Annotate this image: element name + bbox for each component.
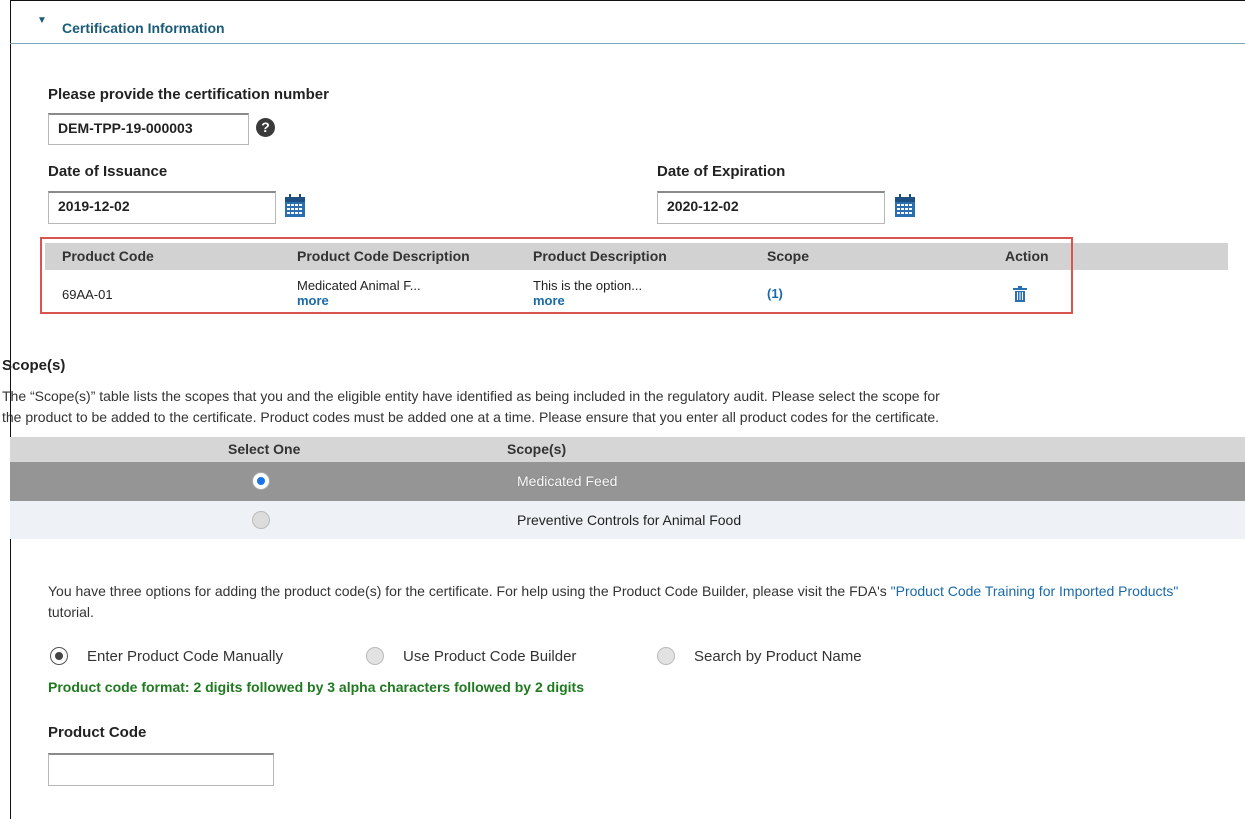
calendar-icon[interactable] (284, 194, 306, 218)
expiration-date-label: Date of Expiration (657, 163, 786, 180)
scopes-description-line-1: The “Scope(s)” table lists the scopes th… (2, 388, 940, 404)
scope-row-preventive-controls[interactable]: Preventive Controls for Animal Food (10, 501, 1245, 539)
scope-row-medicated-feed[interactable]: Medicated Feed (10, 462, 1245, 501)
calendar-icon[interactable] (894, 194, 916, 218)
product-code-label: Product Code (48, 724, 147, 741)
enter-manually-radio[interactable] (50, 647, 68, 665)
section-title: Certification Information (62, 20, 225, 36)
issuance-date-label: Date of Issuance (48, 163, 168, 180)
scopes-table-header: Select One Scope(s) (10, 437, 1245, 462)
issuance-date-input[interactable]: 2019-12-02 (48, 191, 276, 224)
scope-radio-selected[interactable] (252, 472, 270, 490)
search-by-name-label[interactable]: Search by Product Name (694, 648, 862, 665)
expiration-date-input[interactable]: 2020-12-02 (657, 191, 885, 224)
collapse-triangle-icon[interactable]: ▼ (37, 15, 47, 26)
column-header-scopes: Scope(s) (507, 441, 567, 457)
certification-number-input[interactable]: DEM-TPP-19-000003 (48, 113, 249, 145)
section-header[interactable]: ▼ Certification Information (10, 0, 1245, 44)
help-icon[interactable]: ? (256, 118, 275, 137)
product-code-builder-label[interactable]: Use Product Code Builder (403, 648, 576, 665)
options-intro-tail: tutorial. (48, 604, 94, 620)
scopes-title: Scope(s) (2, 357, 66, 374)
column-header-select-one: Select One (228, 441, 301, 457)
product-code-builder-radio[interactable] (366, 647, 384, 665)
format-note: Product code format: 2 digits followed b… (48, 679, 584, 695)
certification-number-label: Please provide the certification number (48, 86, 329, 103)
search-by-name-radio[interactable] (657, 647, 675, 665)
options-intro-text: You have three options for adding the pr… (48, 583, 891, 599)
scopes-description: The “Scope(s)” table lists the scopes th… (2, 386, 1245, 428)
product-code-input[interactable] (48, 753, 274, 786)
tutorial-link[interactable]: "Product Code Training for Imported Prod… (891, 583, 1179, 599)
scope-name: Preventive Controls for Animal Food (517, 512, 742, 528)
scope-name: Medicated Feed (517, 473, 618, 489)
scopes-description-line-2: the product to be added to the certifica… (2, 409, 940, 425)
highlight-box (40, 237, 1073, 314)
enter-manually-label[interactable]: Enter Product Code Manually (87, 648, 283, 665)
scope-radio[interactable] (252, 511, 270, 529)
options-description: You have three options for adding the pr… (48, 581, 1228, 623)
